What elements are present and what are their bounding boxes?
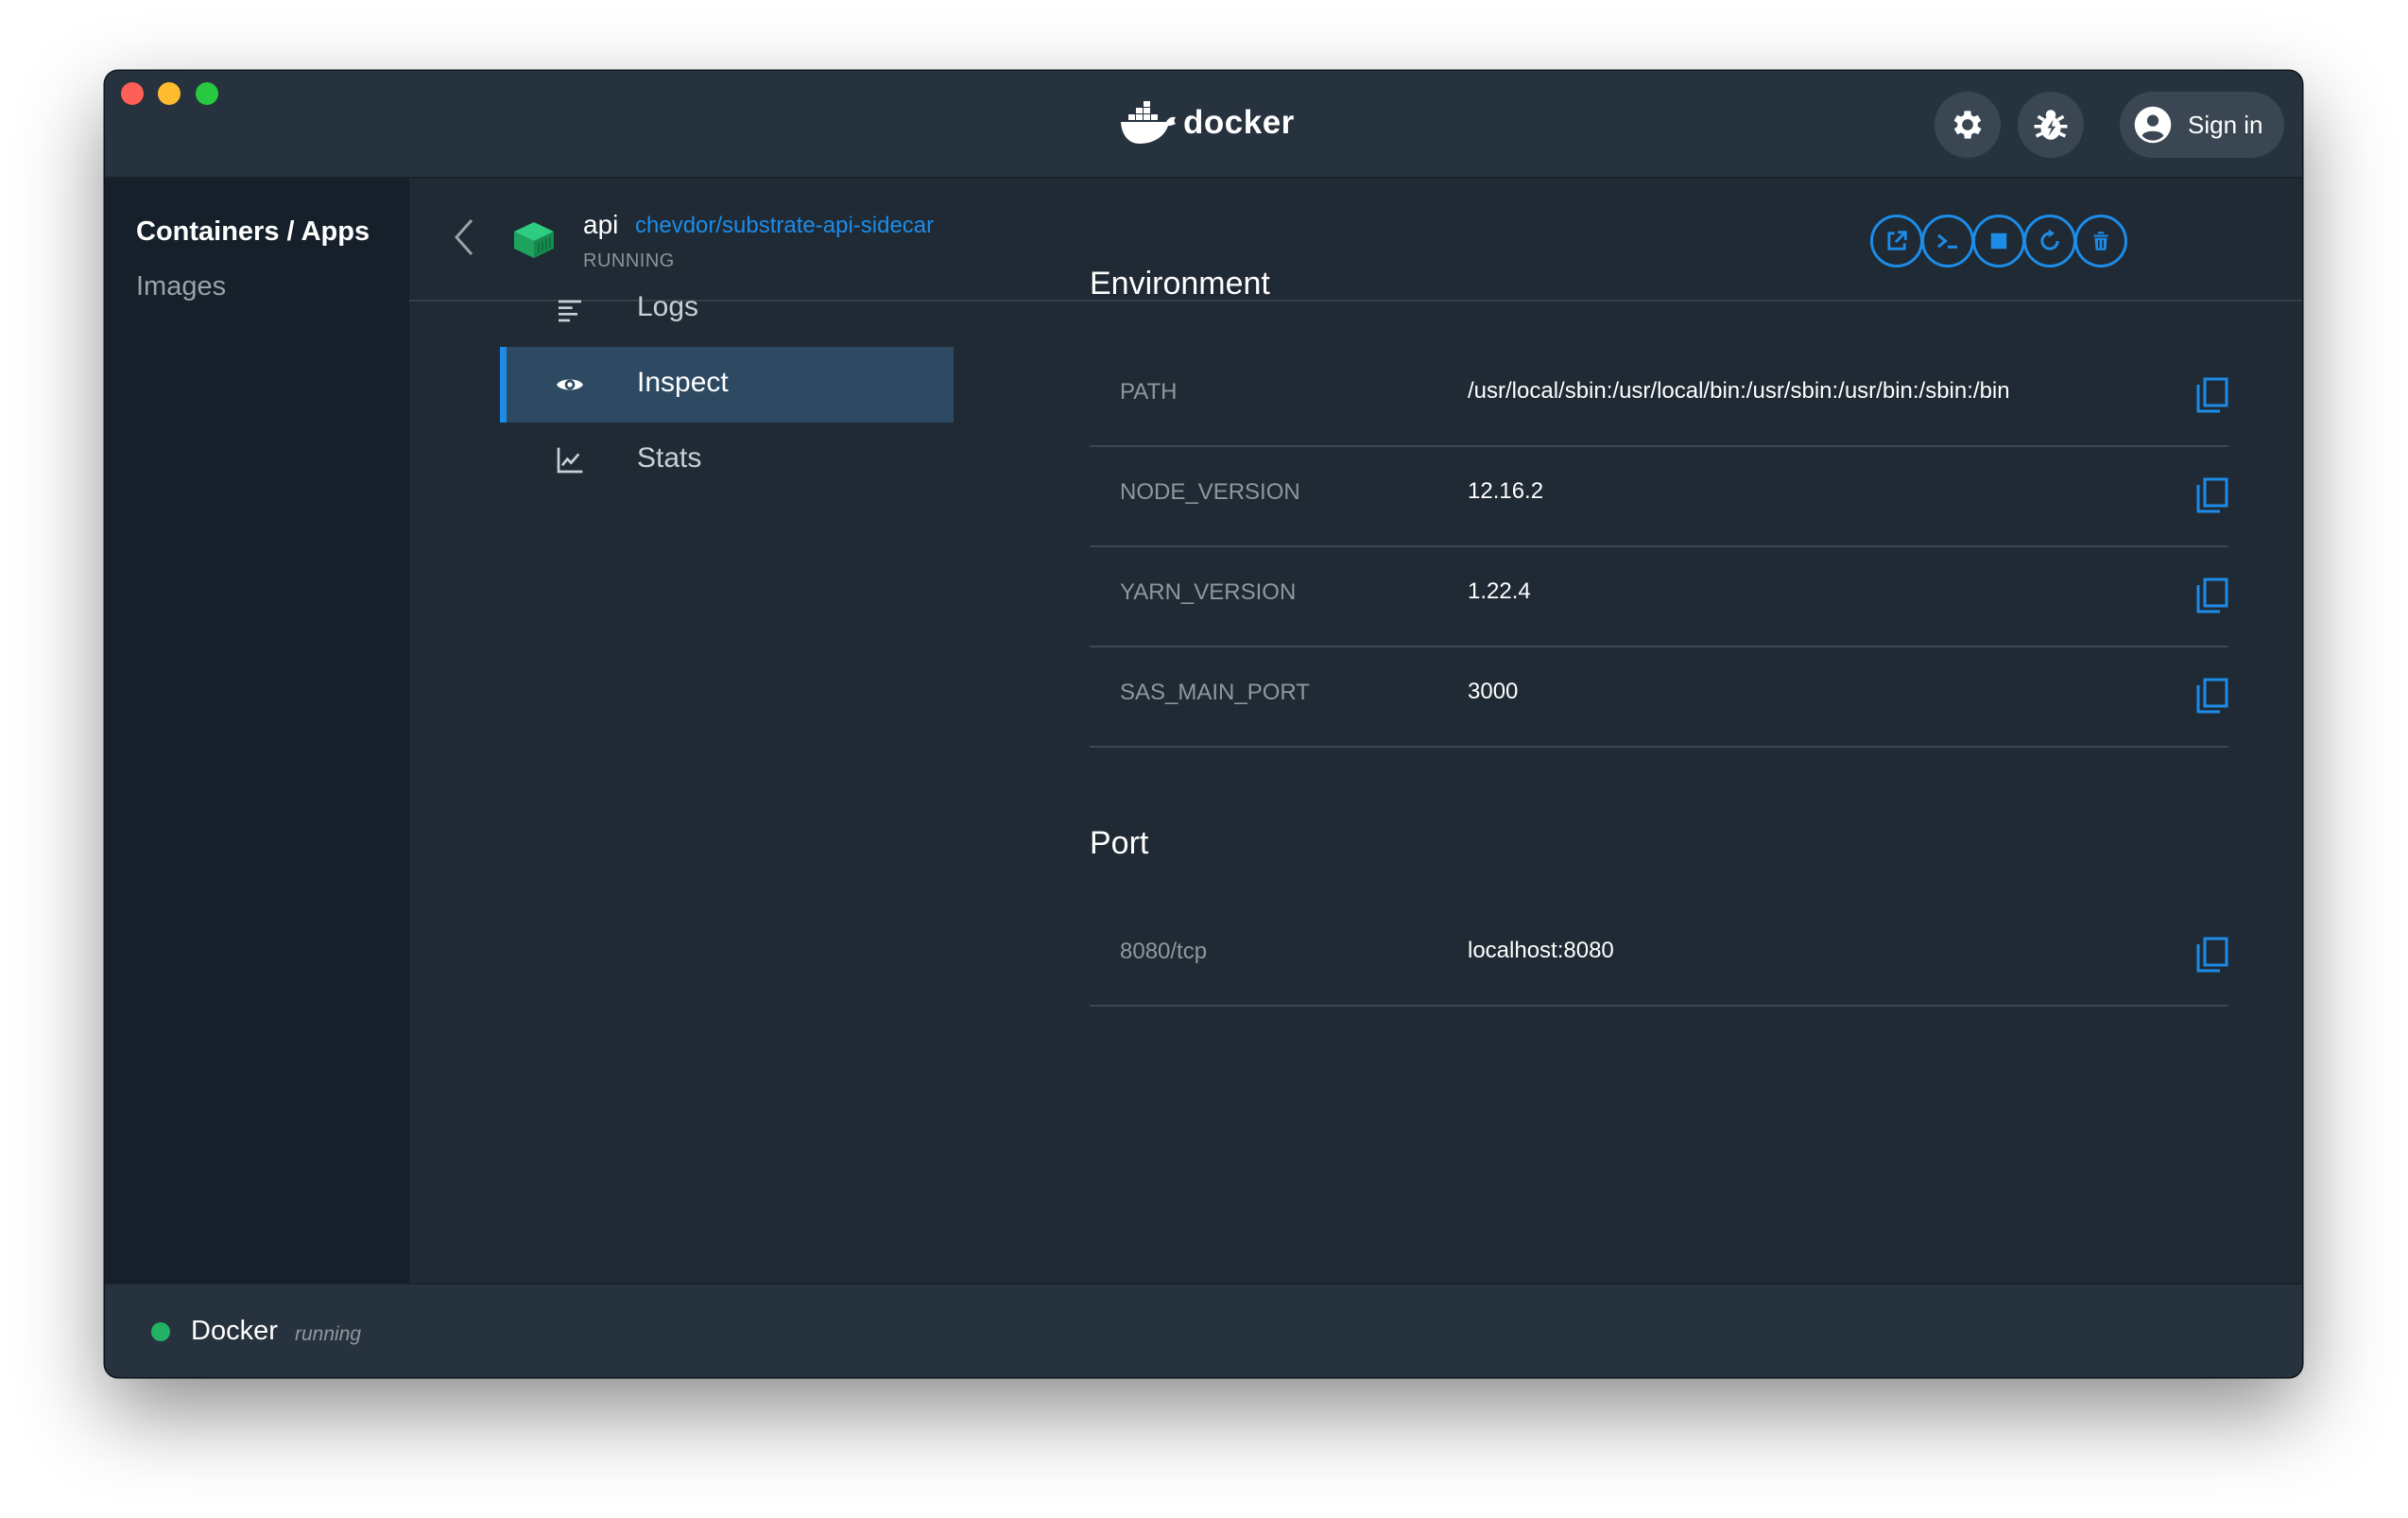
docker-logo-text: docker: [1183, 104, 1295, 141]
chevron-left-icon[interactable]: [451, 215, 477, 260]
copy-icon[interactable]: [2196, 937, 2228, 973]
sidebar: Containers / Apps Images: [105, 179, 409, 1283]
port-row: 8080/tcp localhost:8080: [1090, 905, 2228, 1007]
stop-button[interactable]: [1972, 215, 2025, 267]
container-name: api: [583, 210, 619, 239]
docker-whale-icon: [1121, 101, 1176, 144]
status-state: running: [295, 1323, 362, 1345]
open-in-browser-button[interactable]: [1870, 215, 1923, 267]
copy-icon[interactable]: [2196, 678, 2228, 714]
status-bar: Docker running: [105, 1283, 2302, 1377]
docker-desktop-window: docker Sign in Containers / Apps Images …: [105, 71, 2302, 1377]
container-image-link[interactable]: chevdor/substrate-api-sidecar: [635, 213, 934, 239]
tab-inspect[interactable]: Inspect: [500, 347, 954, 423]
env-value: /usr/local/sbin:/usr/local/bin:/usr/sbin…: [1468, 378, 2010, 404]
gear-icon: [1953, 111, 1982, 139]
close-window-button[interactable]: [121, 82, 144, 105]
env-value: 1.22.4: [1468, 578, 1531, 604]
status-title: Docker: [191, 1316, 278, 1346]
env-key: SAS_MAIN_PORT: [1120, 680, 1310, 705]
minimize-window-button[interactable]: [158, 82, 181, 105]
copy-icon[interactable]: [2196, 377, 2228, 413]
cli-icon: [1937, 233, 1957, 249]
container-status: RUNNING: [583, 250, 675, 271]
env-row: NODE_VERSION 12.16.2: [1090, 445, 2228, 547]
env-row: YARN_VERSION 1.22.4: [1090, 545, 2228, 647]
env-key: PATH: [1120, 379, 1178, 405]
sidebar-item-images[interactable]: Images: [136, 271, 226, 302]
environment-heading: Environment: [1090, 266, 1270, 302]
env-key: YARN_VERSION: [1120, 579, 1297, 605]
status-dot: [151, 1322, 170, 1341]
env-value: 3000: [1468, 679, 1519, 704]
sidebar-item-containers-apps[interactable]: Containers / Apps: [136, 216, 370, 248]
tab-stats[interactable]: Stats: [500, 423, 954, 498]
container-detail-panel: api chevdor/substrate-api-sidecar RUNNIN…: [409, 179, 2302, 1283]
docker-logo: docker: [1119, 99, 1295, 147]
delete-button[interactable]: [2074, 215, 2127, 267]
tab-inspect-label: Inspect: [637, 367, 729, 398]
account-icon: [2134, 106, 2172, 144]
settings-button[interactable]: [1935, 92, 2001, 158]
maximize-window-button[interactable]: [196, 82, 218, 105]
env-row: SAS_MAIN_PORT 3000: [1090, 646, 2228, 748]
stats-icon: [557, 447, 583, 474]
port-key: 8080/tcp: [1120, 939, 1208, 964]
bug-icon: [2034, 110, 2068, 140]
tab-logs-label: Logs: [637, 291, 699, 322]
open-in-browser-icon: [1887, 231, 1907, 250]
container-cube-icon: [514, 222, 554, 258]
env-value: 12.16.2: [1468, 478, 1544, 504]
env-row: PATH /usr/local/sbin:/usr/local/bin:/usr…: [1090, 345, 2228, 447]
cli-button[interactable]: [1921, 215, 1974, 267]
port-value: localhost:8080: [1468, 938, 1614, 963]
restart-button[interactable]: [2023, 215, 2076, 267]
env-key: NODE_VERSION: [1120, 479, 1300, 505]
port-heading: Port: [1090, 825, 1149, 861]
copy-icon[interactable]: [2196, 477, 2228, 513]
copy-icon[interactable]: [2196, 578, 2228, 613]
delete-icon: [2093, 232, 2108, 250]
restart-icon: [2040, 229, 2059, 250]
title-bar: docker Sign in: [105, 71, 2302, 179]
troubleshoot-button[interactable]: [2018, 92, 2084, 158]
sign-in-label: Sign in: [2188, 110, 2263, 139]
tab-logs[interactable]: Logs: [500, 271, 954, 347]
logs-icon: [559, 300, 581, 322]
sign-in-button[interactable]: Sign in: [2120, 92, 2284, 158]
eye-icon: [557, 379, 583, 390]
stop-icon: [1990, 233, 2007, 250]
tab-stats-label: Stats: [637, 442, 702, 474]
